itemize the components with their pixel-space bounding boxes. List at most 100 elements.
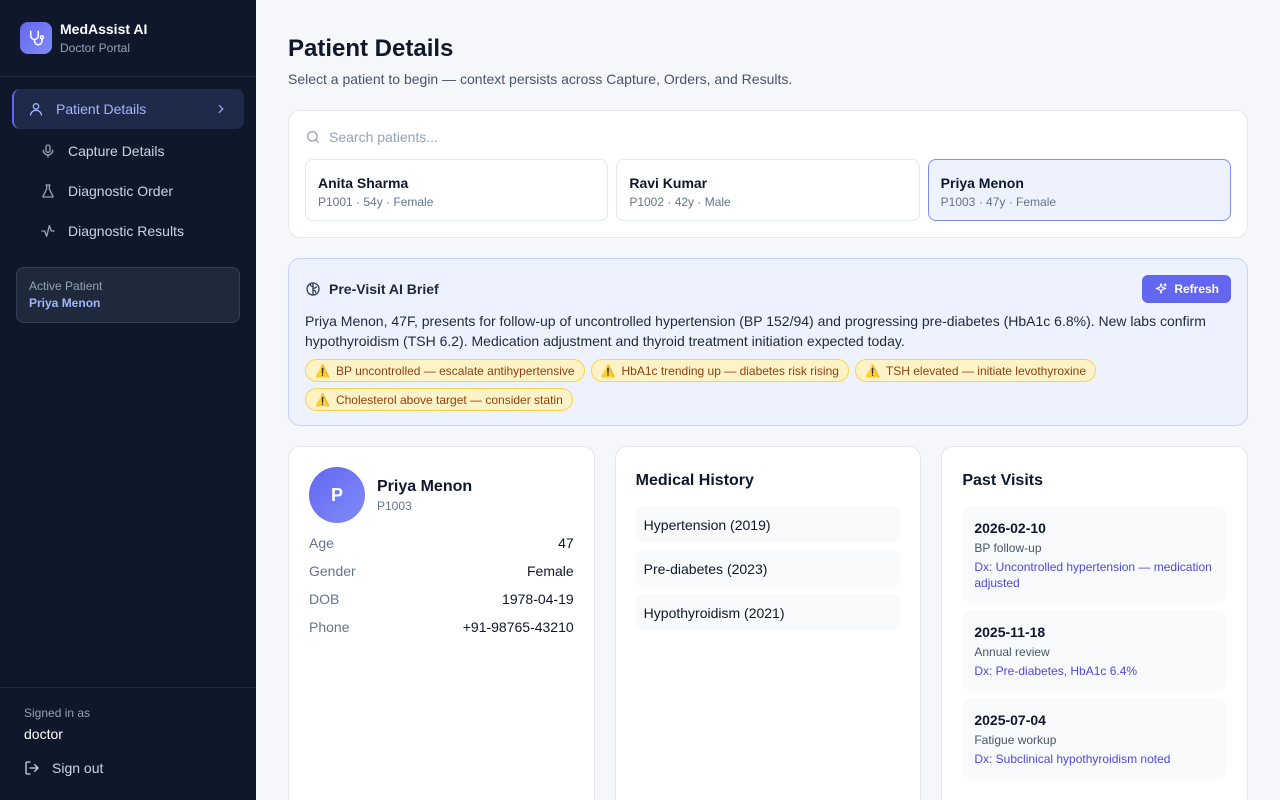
user-icon <box>28 101 44 117</box>
visit-reason: Fatigue workup <box>974 733 1057 747</box>
field-label: Gender <box>309 563 356 579</box>
patient-tile-ravi-kumar[interactable]: Ravi Kumar P1002 · 42y · Male <box>616 159 920 221</box>
past-visits-card: Past Visits 2026-02-10 BP follow-up Dx: … <box>941 446 1249 800</box>
patient-meta: P1002 · 42y · Male <box>629 195 731 209</box>
patient-list: Anita Sharma P1001 · 54y · Female Ravi K… <box>305 159 1231 221</box>
sidebar-item-diagnostic-order[interactable]: Diagnostic Order <box>12 171 244 211</box>
profile-field-gender: Gender Female <box>309 563 574 579</box>
brand-subtitle: Doctor Portal <box>60 41 131 55</box>
field-label: Age <box>309 535 334 551</box>
field-value: 1978-04-19 <box>502 591 574 607</box>
visit-item: 2025-11-18 Annual review Dx: Pre-diabete… <box>962 611 1228 691</box>
warning-icon: ⚠️ <box>600 363 616 378</box>
warning-icon: ⚠️ <box>315 363 330 378</box>
sidebar-nav: Patient Details Capture Details Diagnost… <box>0 77 256 263</box>
main-content: Patient Details Select a patient to begi… <box>256 0 1280 800</box>
refresh-label: Refresh <box>1174 282 1219 296</box>
sparkles-icon <box>1156 283 1168 294</box>
stethoscope-icon <box>20 22 52 54</box>
sidebar-item-label: Diagnostic Results <box>68 223 184 239</box>
patient-meta: P1003 · 47y · Female <box>940 195 1057 209</box>
patient-meta: P1001 · 54y · Female <box>318 195 434 209</box>
search-input[interactable] <box>329 129 729 145</box>
warning-icon: ⚠️ <box>315 392 330 407</box>
visit-item: 2026-02-10 BP follow-up Dx: Uncontrolled… <box>962 507 1228 603</box>
patient-name: Priya Menon <box>940 175 1024 191</box>
flag-badge: ⚠️ TSH elevated — initiate levothyroxine <box>854 359 1097 382</box>
flag-badge: ⚠️ HbA1c trending up — diabetes risk risi… <box>590 359 849 382</box>
sign-out-label: Sign out <box>52 760 104 776</box>
visit-list: 2026-02-10 BP follow-up Dx: Uncontrolled… <box>962 507 1228 779</box>
sidebar: MedAssist AI Doctor Portal Patient Detai… <box>0 0 256 800</box>
visit-date: 2025-07-04 <box>974 712 1046 728</box>
profile-id: P1003 <box>377 499 412 513</box>
patient-tile-priya-menon[interactable]: Priya Menon P1003 · 47y · Female <box>927 159 1231 221</box>
sidebar-footer: Signed in as doctor Sign out <box>0 687 256 800</box>
visit-diagnosis: Dx: Pre-diabetes, HbA1c 6.4% <box>974 664 1138 678</box>
visit-diagnosis: Dx: Uncontrolled hypertension — medicati… <box>974 560 1212 590</box>
field-value: +91-98765-43210 <box>462 619 574 635</box>
active-patient-card: Active Patient Priya Menon <box>16 267 240 323</box>
sidebar-item-diagnostic-results[interactable]: Diagnostic Results <box>12 211 244 251</box>
sign-out-icon <box>25 761 39 775</box>
pre-visit-brief: Pre-Visit AI Brief Refresh Priya Menon, … <box>288 258 1248 426</box>
list-item: Hypothyroidism (2021) <box>635 595 901 631</box>
signed-in-label: Signed in as <box>24 706 91 720</box>
field-value: Female <box>526 563 574 579</box>
flag-text: Cholesterol above target — consider stat… <box>335 392 563 407</box>
sidebar-item-capture-details[interactable]: Capture Details <box>12 131 244 171</box>
avatar: P <box>309 467 365 523</box>
medical-history-title: Medical History <box>635 472 754 489</box>
chevron-right-icon <box>214 102 228 116</box>
page-title: Patient Details <box>288 35 454 62</box>
patient-name: Anita Sharma <box>318 175 409 191</box>
visit-item: 2025-07-04 Fatigue workup Dx: Subclinica… <box>962 699 1228 779</box>
sidebar-item-label: Capture Details <box>68 143 165 159</box>
brief-header: Pre-Visit AI Brief <box>305 275 1231 303</box>
sidebar-item-label: Diagnostic Order <box>68 183 174 199</box>
active-patient-label: Active Patient <box>29 279 103 293</box>
past-visits-title: Past Visits <box>962 472 1043 489</box>
profile-field-phone: Phone +91-98765-43210 <box>309 619 574 635</box>
visit-reason: BP follow-up <box>974 541 1042 555</box>
list-item: Hypertension (2019) <box>635 507 901 543</box>
sign-out-button[interactable]: Sign out <box>24 760 232 776</box>
patient-search-card: Anita Sharma P1001 · 54y · Female Ravi K… <box>288 110 1248 238</box>
details-columns: P Priya Menon P1003 Age 47 Gender Female D… <box>288 446 1249 800</box>
profile-header: P Priya Menon P1003 <box>309 467 574 523</box>
brief-text: Priya Menon, 47F, presents for follow-up… <box>305 313 1206 349</box>
flag-text: TSH elevated — initiate levothyroxine <box>885 363 1087 378</box>
sidebar-item-label: Patient Details <box>56 101 147 117</box>
brand: MedAssist AI Doctor Portal <box>0 0 256 77</box>
visit-date: 2026-02-10 <box>974 520 1046 536</box>
patient-tile-anita-sharma[interactable]: Anita Sharma P1001 · 54y · Female <box>305 159 609 221</box>
flag-text: HbA1c trending up — diabetes risk rising <box>621 363 839 378</box>
field-label: Phone <box>309 619 350 635</box>
search-icon <box>307 131 319 143</box>
visit-date: 2025-11-18 <box>974 624 1046 640</box>
profile-field-dob: DOB 1978-04-19 <box>309 591 574 607</box>
visit-reason: Annual review <box>974 645 1050 659</box>
mic-icon <box>40 143 56 159</box>
activity-icon <box>40 223 56 239</box>
brain-icon <box>306 282 320 296</box>
medical-history-card: Medical History Hypertension (2019) Pre-… <box>614 446 922 800</box>
history-list: Hypertension (2019) Pre-diabetes (2023) … <box>635 507 901 631</box>
patient-name: Ravi Kumar <box>629 175 708 191</box>
sidebar-item-patient-details[interactable]: Patient Details <box>12 89 244 129</box>
patient-profile-card: P Priya Menon P1003 Age 47 Gender Female D… <box>288 446 595 800</box>
brand-title: MedAssist AI <box>60 21 148 37</box>
active-patient-name: Priya Menon <box>29 296 101 310</box>
profile-field-age: Age 47 <box>309 535 574 551</box>
flag-text: BP uncontrolled — escalate antihypertens… <box>335 363 575 378</box>
field-label: DOB <box>309 591 340 607</box>
page-subtitle: Select a patient to begin — context pers… <box>288 71 793 87</box>
list-item: Pre-diabetes (2023) <box>635 551 901 587</box>
brief-title: Pre-Visit AI Brief <box>329 281 439 297</box>
field-value: 47 <box>558 535 574 551</box>
visit-diagnosis: Dx: Subclinical hypothyroidism noted <box>974 752 1171 766</box>
flag-badge: ⚠️ BP uncontrolled — escalate antihyperte… <box>305 359 585 382</box>
profile-name: Priya Menon <box>377 478 473 495</box>
refresh-button[interactable]: Refresh <box>1142 275 1231 303</box>
search-row <box>305 127 1231 147</box>
